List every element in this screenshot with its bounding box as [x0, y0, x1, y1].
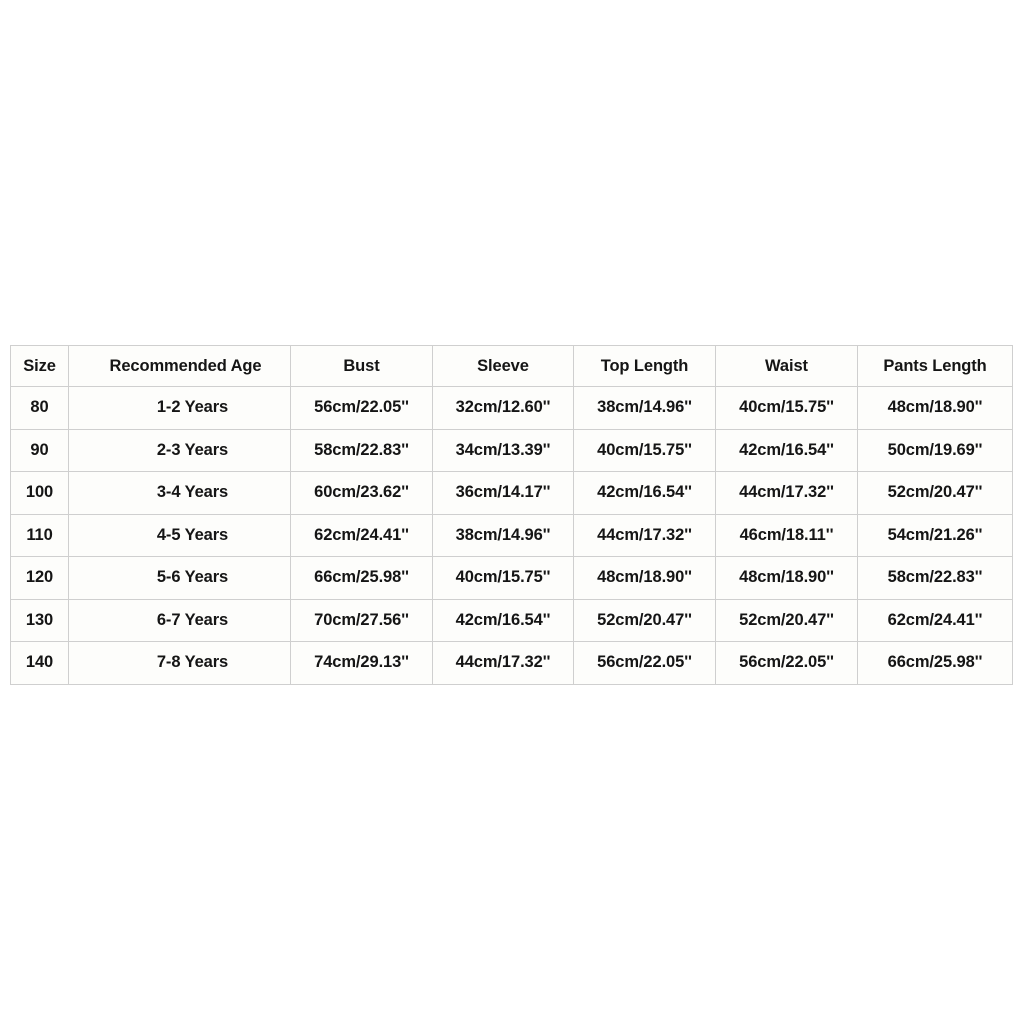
- cell-bust: 56cm/22.05'': [290, 386, 433, 430]
- cell-sleeve: 34cm/13.39'': [432, 428, 574, 472]
- cell-top-length: 52cm/20.47'': [573, 598, 716, 642]
- size-chart-table: Size Recommended Age Bust Sleeve Top Len…: [10, 345, 1013, 685]
- cell-sleeve: 44cm/17.32'': [432, 641, 574, 685]
- cell-top-length: 40cm/15.75'': [573, 428, 716, 472]
- column-header-pants-length: Pants Length: [857, 345, 1013, 387]
- cell-bust: 62cm/24.41'': [290, 513, 433, 557]
- cell-waist: 48cm/18.90'': [715, 556, 858, 600]
- table-row: 140 7-8 Years 74cm/29.13'' 44cm/17.32'' …: [10, 641, 1013, 685]
- cell-recommended-age: 6-7 Years: [68, 598, 291, 642]
- column-header-recommended-age: Recommended Age: [68, 345, 291, 387]
- cell-recommended-age: 4-5 Years: [68, 513, 291, 557]
- cell-size: 140: [10, 641, 69, 685]
- column-header-sleeve: Sleeve: [432, 345, 574, 387]
- cell-waist: 46cm/18.11'': [715, 513, 858, 557]
- table-row: 130 6-7 Years 70cm/27.56'' 42cm/16.54'' …: [10, 598, 1013, 642]
- table-row: 110 4-5 Years 62cm/24.41'' 38cm/14.96'' …: [10, 513, 1013, 557]
- cell-bust: 70cm/27.56'': [290, 598, 433, 642]
- cell-bust: 74cm/29.13'': [290, 641, 433, 685]
- cell-sleeve: 32cm/12.60'': [432, 386, 574, 430]
- cell-top-length: 38cm/14.96'': [573, 386, 716, 430]
- table-header-row: Size Recommended Age Bust Sleeve Top Len…: [10, 345, 1013, 387]
- cell-waist: 40cm/15.75'': [715, 386, 858, 430]
- table-row: 90 2-3 Years 58cm/22.83'' 34cm/13.39'' 4…: [10, 428, 1013, 472]
- cell-waist: 56cm/22.05'': [715, 641, 858, 685]
- cell-pants-length: 66cm/25.98'': [857, 641, 1013, 685]
- cell-bust: 60cm/23.62'': [290, 471, 433, 515]
- cell-top-length: 44cm/17.32'': [573, 513, 716, 557]
- cell-bust: 58cm/22.83'': [290, 428, 433, 472]
- cell-pants-length: 52cm/20.47'': [857, 471, 1013, 515]
- cell-recommended-age: 3-4 Years: [68, 471, 291, 515]
- column-header-top-length: Top Length: [573, 345, 716, 387]
- cell-top-length: 56cm/22.05'': [573, 641, 716, 685]
- cell-size: 90: [10, 428, 69, 472]
- cell-recommended-age: 7-8 Years: [68, 641, 291, 685]
- cell-waist: 42cm/16.54'': [715, 428, 858, 472]
- column-header-bust: Bust: [290, 345, 433, 387]
- cell-recommended-age: 1-2 Years: [68, 386, 291, 430]
- cell-recommended-age: 5-6 Years: [68, 556, 291, 600]
- cell-sleeve: 36cm/14.17'': [432, 471, 574, 515]
- cell-waist: 52cm/20.47'': [715, 598, 858, 642]
- table-row: 120 5-6 Years 66cm/25.98'' 40cm/15.75'' …: [10, 556, 1013, 600]
- cell-size: 100: [10, 471, 69, 515]
- table-row: 80 1-2 Years 56cm/22.05'' 32cm/12.60'' 3…: [10, 386, 1013, 430]
- cell-sleeve: 42cm/16.54'': [432, 598, 574, 642]
- table-header: Size Recommended Age Bust Sleeve Top Len…: [10, 345, 1013, 387]
- table-row: 100 3-4 Years 60cm/23.62'' 36cm/14.17'' …: [10, 471, 1013, 515]
- table-body: 80 1-2 Years 56cm/22.05'' 32cm/12.60'' 3…: [10, 386, 1013, 685]
- cell-waist: 44cm/17.32'': [715, 471, 858, 515]
- cell-size: 80: [10, 386, 69, 430]
- cell-top-length: 42cm/16.54'': [573, 471, 716, 515]
- cell-pants-length: 62cm/24.41'': [857, 598, 1013, 642]
- cell-pants-length: 50cm/19.69'': [857, 428, 1013, 472]
- cell-size: 110: [10, 513, 69, 557]
- cell-top-length: 48cm/18.90'': [573, 556, 716, 600]
- cell-sleeve: 40cm/15.75'': [432, 556, 574, 600]
- cell-pants-length: 54cm/21.26'': [857, 513, 1013, 557]
- cell-pants-length: 58cm/22.83'': [857, 556, 1013, 600]
- size-chart-container: Size Recommended Age Bust Sleeve Top Len…: [10, 345, 1013, 685]
- cell-pants-length: 48cm/18.90'': [857, 386, 1013, 430]
- cell-recommended-age: 2-3 Years: [68, 428, 291, 472]
- column-header-waist: Waist: [715, 345, 858, 387]
- cell-bust: 66cm/25.98'': [290, 556, 433, 600]
- column-header-size: Size: [10, 345, 69, 387]
- cell-size: 120: [10, 556, 69, 600]
- cell-sleeve: 38cm/14.96'': [432, 513, 574, 557]
- cell-size: 130: [10, 598, 69, 642]
